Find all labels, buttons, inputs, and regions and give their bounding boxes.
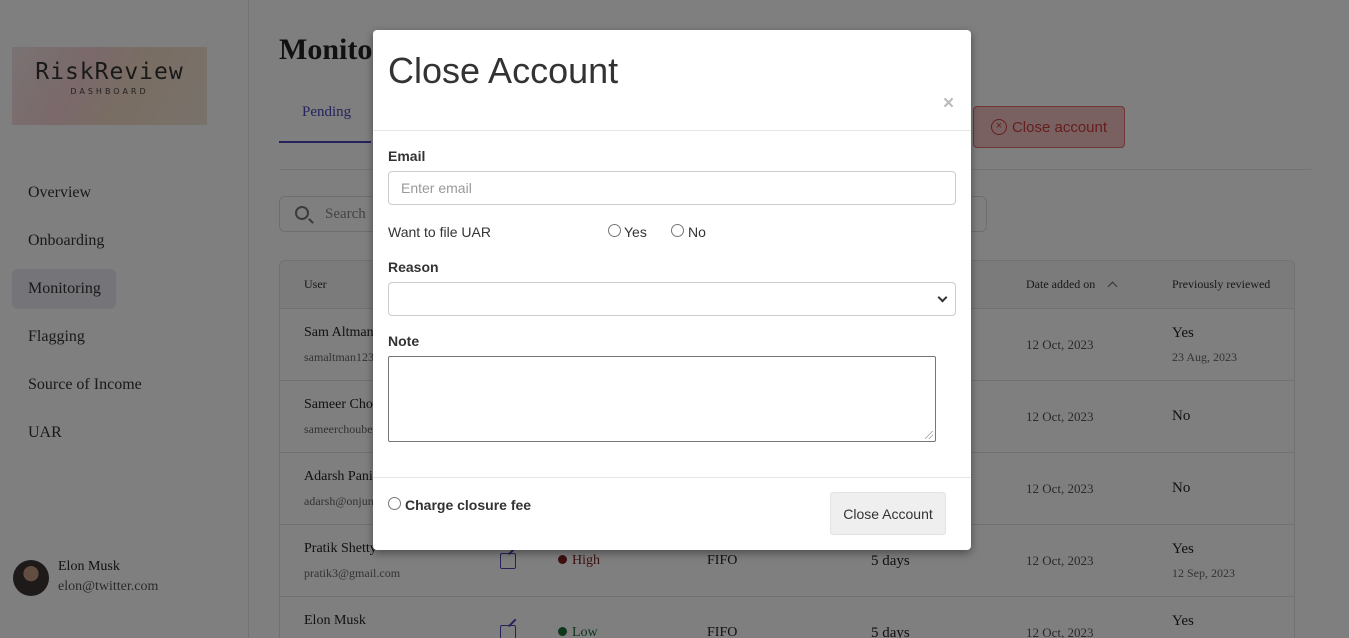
uar-yes-radio[interactable] [608, 224, 621, 237]
close-icon[interactable]: × [943, 94, 954, 114]
uar-yes-label[interactable]: Yes [624, 224, 647, 240]
reason-select[interactable] [388, 282, 956, 316]
uar-label: Want to file UAR [388, 224, 491, 240]
email-label: Email [388, 148, 426, 164]
note-textarea[interactable] [388, 356, 936, 442]
reason-label: Reason [388, 259, 439, 275]
close-account-modal: Close Account × Email Want to file UAR Y… [373, 30, 971, 550]
modal-divider [373, 130, 971, 131]
uar-no-radio[interactable] [671, 224, 684, 237]
charge-fee-radio[interactable] [388, 497, 401, 510]
resize-handle-icon[interactable] [925, 431, 933, 439]
note-label: Note [388, 333, 420, 349]
uar-no-label[interactable]: No [688, 224, 706, 240]
chevron-down-icon [937, 292, 948, 303]
charge-fee-label[interactable]: Charge closure fee [405, 497, 531, 513]
email-field[interactable] [388, 171, 956, 205]
modal-footer-divider [373, 477, 971, 478]
close-account-submit-button[interactable]: Close Account [830, 492, 946, 535]
modal-title: Close Account [388, 50, 619, 91]
